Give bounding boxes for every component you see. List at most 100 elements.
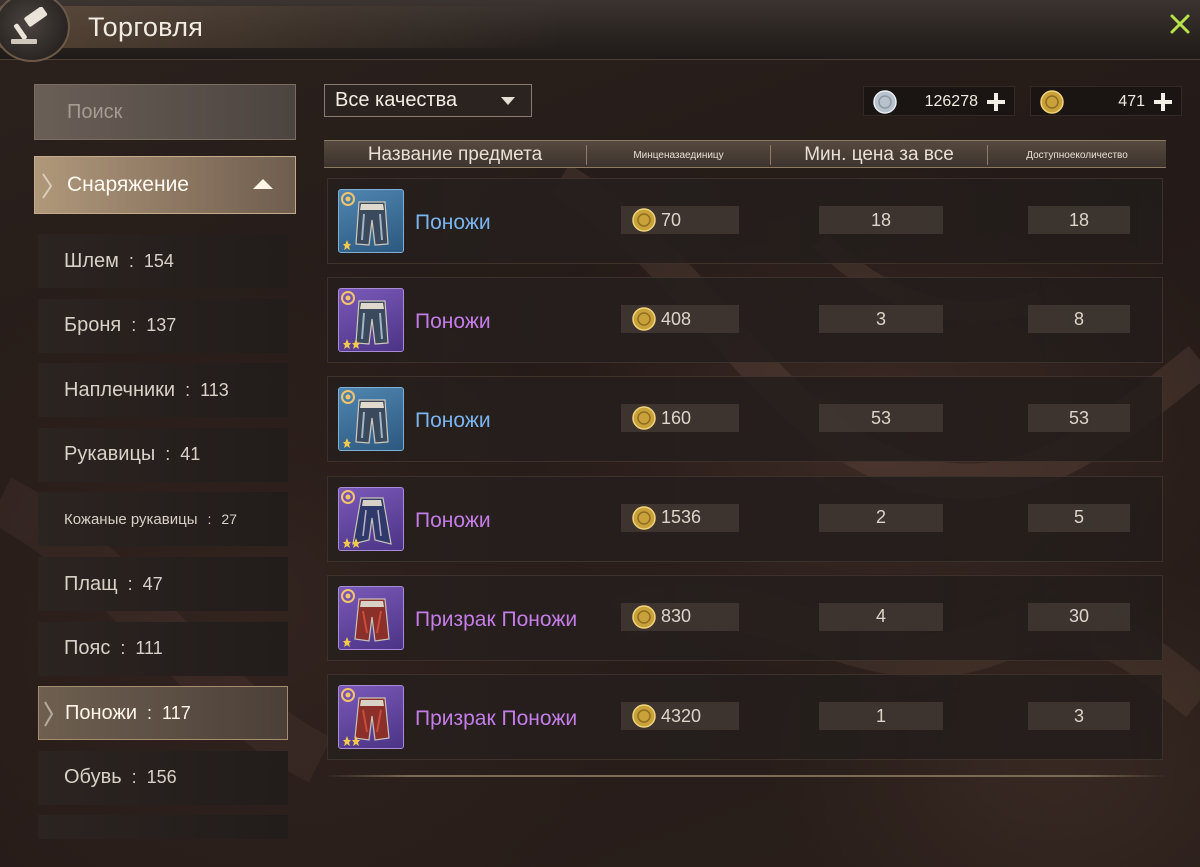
subcategory-count: 154 [143, 250, 174, 271]
subcategory-item[interactable]: Обувь:156 [38, 750, 288, 805]
subcategory-item[interactable]: Плащ:47 [38, 557, 288, 611]
table-row[interactable]: Поножи 160 53 53 [327, 376, 1163, 463]
item-name: Поножи [415, 310, 491, 334]
subcategory-separator: : [131, 315, 137, 336]
subcategory-item[interactable]: Поножи:117 [38, 686, 288, 741]
subcategory-count: 137 [146, 315, 177, 336]
gold-coin-icon [632, 208, 656, 232]
item-name: Поножи [415, 211, 491, 234]
unit-price-cell: 160 [621, 404, 739, 433]
total-price-cell: 18 [819, 206, 943, 234]
quantity-cell: 5 [1028, 503, 1130, 532]
gold-coin-icon [632, 505, 656, 530]
search-field[interactable] [34, 84, 296, 140]
unit-price-value: 408 [661, 308, 692, 329]
subcategory-count: 47 [142, 573, 163, 594]
table-row[interactable]: Поножи 1536 2 5 [327, 475, 1163, 562]
subcategory-item[interactable]: Пояс:111 [38, 621, 288, 676]
subcategory-label: Поножи [65, 701, 137, 724]
quality-dropdown[interactable]: Все качества [324, 84, 532, 117]
subcategory-item[interactable]: Броня:137 [38, 298, 288, 353]
table-bottom-divider [324, 775, 1168, 777]
column-quantity[interactable]: Доступноеколичество [988, 141, 1166, 169]
leggings-item-icon [338, 685, 404, 749]
table-row[interactable]: Поножи 408 3 8 [327, 277, 1163, 364]
category-equipment[interactable]: Снаряжение [34, 156, 296, 214]
collapse-arrow-icon [253, 179, 273, 189]
unit-price-cell: 408 [621, 305, 739, 334]
total-price-cell: 1 [819, 702, 943, 730]
item-name: Призрак Поножи [415, 607, 578, 631]
search-input[interactable] [67, 100, 267, 124]
subcategory-item[interactable]: Шлем:154 [38, 234, 288, 288]
total-price-cell: 2 [819, 503, 943, 532]
chevron-right-icon [44, 701, 54, 727]
gold-coin-icon [1040, 90, 1064, 114]
close-button[interactable] [1166, 10, 1194, 38]
subcategory-separator: : [147, 702, 153, 723]
subcategory-separator: : [128, 250, 134, 271]
total-price-cell: 53 [819, 404, 943, 433]
subcategory-item[interactable]: Рукавицы:41 [38, 427, 288, 482]
window-title: Торговля [88, 12, 204, 42]
subcategory-separator: : [131, 767, 137, 788]
subcategory-separator: : [120, 638, 126, 659]
leggings-item-icon [338, 585, 404, 650]
item-name: Поножи [415, 508, 491, 532]
column-unit-price[interactable]: Минценазаединицу [587, 141, 770, 169]
unit-price-value: 4320 [661, 705, 702, 726]
table-row[interactable]: Призрак Поножи 830 4 30 [327, 574, 1163, 661]
quantity-cell: 18 [1028, 206, 1130, 234]
chevron-right-icon [42, 173, 53, 199]
window-header: Торговля [0, 0, 1200, 62]
subcategory-separator: : [207, 511, 212, 528]
gold-coin-icon [632, 704, 656, 728]
subcategory-item-partial[interactable] [38, 815, 288, 840]
table-row[interactable]: Поножи 70 18 18 [327, 178, 1163, 264]
subcategory-count: 41 [180, 444, 201, 465]
quantity-cell: 30 [1028, 602, 1130, 631]
add-gold-button[interactable] [1151, 90, 1175, 114]
leggings-item-icon [338, 387, 404, 452]
currency-gold: 471 [1030, 86, 1182, 116]
subcategory-label: Наплечники [64, 378, 176, 401]
leggings-item-icon [338, 189, 404, 253]
quantity-cell: 3 [1028, 702, 1130, 730]
gold-coin-icon [632, 605, 656, 629]
table-row[interactable]: Призрак Поножи 4320 1 3 [327, 674, 1163, 760]
column-item-name[interactable]: Название предмета [324, 141, 586, 169]
currency-silver: 126278 [863, 86, 1015, 116]
table-header: Название предмета Минценазаединицу Мин. … [324, 140, 1166, 168]
dropdown-arrow-icon [501, 97, 515, 105]
gavel-icon [0, 0, 70, 62]
column-total-price[interactable]: Мин. цена за все [771, 141, 987, 169]
unit-price-value: 830 [661, 606, 692, 627]
title-strip [0, 6, 560, 48]
gold-amount: 471 [1118, 93, 1145, 110]
subcategory-label: Шлем [64, 249, 119, 272]
category-label: Снаряжение [67, 173, 189, 196]
quality-selected: Все качества [335, 89, 458, 111]
silver-amount: 126278 [924, 93, 978, 110]
subcategory-label: Обувь [64, 766, 122, 789]
close-icon [1170, 14, 1190, 34]
item-name: Поножи [415, 409, 491, 433]
unit-price-value: 160 [661, 407, 692, 428]
total-price-cell: 4 [819, 602, 943, 631]
subcategory-item[interactable]: Наплечники:113 [38, 363, 288, 418]
subcategory-count: 117 [162, 702, 191, 723]
subcategory-count: 27 [221, 511, 237, 528]
subcategory-separator: : [185, 379, 191, 400]
quantity-cell: 8 [1028, 305, 1130, 334]
leggings-item-icon [338, 288, 404, 353]
subcategory-item[interactable]: Кожаные рукавицы:27 [38, 492, 288, 547]
subcategory-count: 113 [200, 379, 229, 400]
unit-price-cell: 830 [621, 602, 739, 631]
add-silver-button[interactable] [984, 90, 1008, 114]
subcategory-separator: : [165, 444, 171, 465]
gold-coin-icon [632, 307, 656, 331]
gold-coin-icon [632, 406, 656, 431]
unit-price-value: 1536 [661, 507, 702, 528]
item-name: Призрак Поножи [415, 707, 578, 730]
subcategory-separator: : [127, 573, 133, 594]
